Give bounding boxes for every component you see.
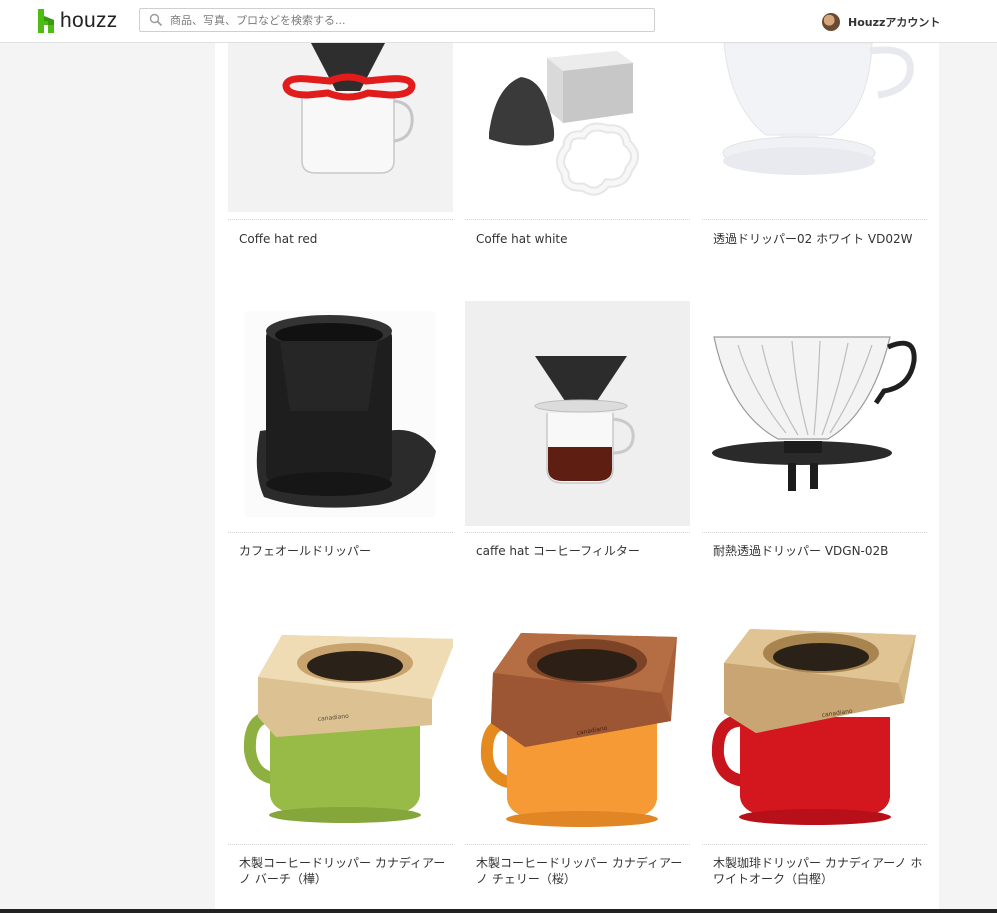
account-label: Houzzアカウント [848, 16, 941, 29]
window-bottom-border [0, 909, 997, 913]
product-title[interactable]: 透過ドリッパー02 ホワイト VD02W [713, 231, 923, 247]
product-title[interactable]: Coffe hat white [476, 231, 686, 247]
search-input[interactable] [170, 9, 640, 31]
houzz-logo-icon [38, 9, 54, 33]
product-image-caffe-hat-filter[interactable] [465, 301, 690, 526]
product-image-cafe-ole-dripper[interactable] [228, 301, 453, 526]
houzz-logo[interactable]: houzz [38, 8, 118, 34]
card-divider [702, 219, 927, 220]
product-image-canadiano-cherry[interactable]: canadiano [465, 613, 690, 838]
search-box[interactable] [139, 8, 655, 32]
product-image-canadiano-birch[interactable]: canadiano [228, 613, 453, 838]
card-divider [465, 532, 690, 533]
product-image-coffe-hat-red[interactable] [228, 43, 453, 212]
product-title[interactable]: 木製珈琲ドリッパー カナディアーノ ホワイトオーク（白樫） [713, 855, 923, 887]
card-divider [228, 844, 453, 845]
product-title[interactable]: Coffe hat red [239, 231, 449, 247]
product-title[interactable]: 木製コーヒードリッパー カナディアーノ バーチ（樺） [239, 855, 449, 887]
card-divider [228, 219, 453, 220]
logo-text: houzz [60, 9, 118, 32]
product-image-glass-dripper[interactable] [702, 301, 927, 526]
card-divider [465, 844, 690, 845]
top-header: houzz Houzzアカウント [0, 0, 997, 43]
search-icon [149, 13, 163, 27]
account-menu[interactable]: Houzzアカウント [822, 13, 940, 31]
product-title[interactable]: 木製コーヒードリッパー カナディアーノ チェリー（桜） [476, 855, 686, 887]
product-image-coffe-hat-white[interactable] [465, 43, 690, 212]
card-divider [465, 219, 690, 220]
avatar[interactable] [822, 13, 840, 31]
card-divider [702, 532, 927, 533]
product-title[interactable]: caffe hat コーヒーフィルター [476, 543, 686, 559]
card-divider [228, 532, 453, 533]
product-grid: Coffe hat red Coffe hat white 透過ドリッパー02 … [215, 43, 939, 913]
product-title[interactable]: 耐熱透過ドリッパー VDGN-02B [713, 543, 923, 559]
product-image-v60-white[interactable] [702, 43, 927, 212]
card-divider [702, 844, 927, 845]
product-image-canadiano-white-oak[interactable]: canadiano [702, 613, 927, 838]
product-title[interactable]: カフェオールドリッパー [239, 543, 449, 559]
